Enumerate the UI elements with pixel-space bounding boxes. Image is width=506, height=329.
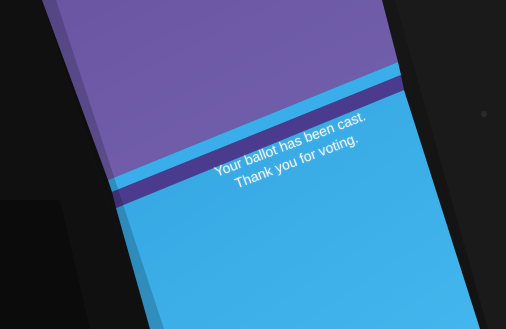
voting-machine-photo: Your ballot has been cast. Thank you for…	[0, 0, 506, 329]
bezel-screw-icon	[481, 111, 487, 117]
